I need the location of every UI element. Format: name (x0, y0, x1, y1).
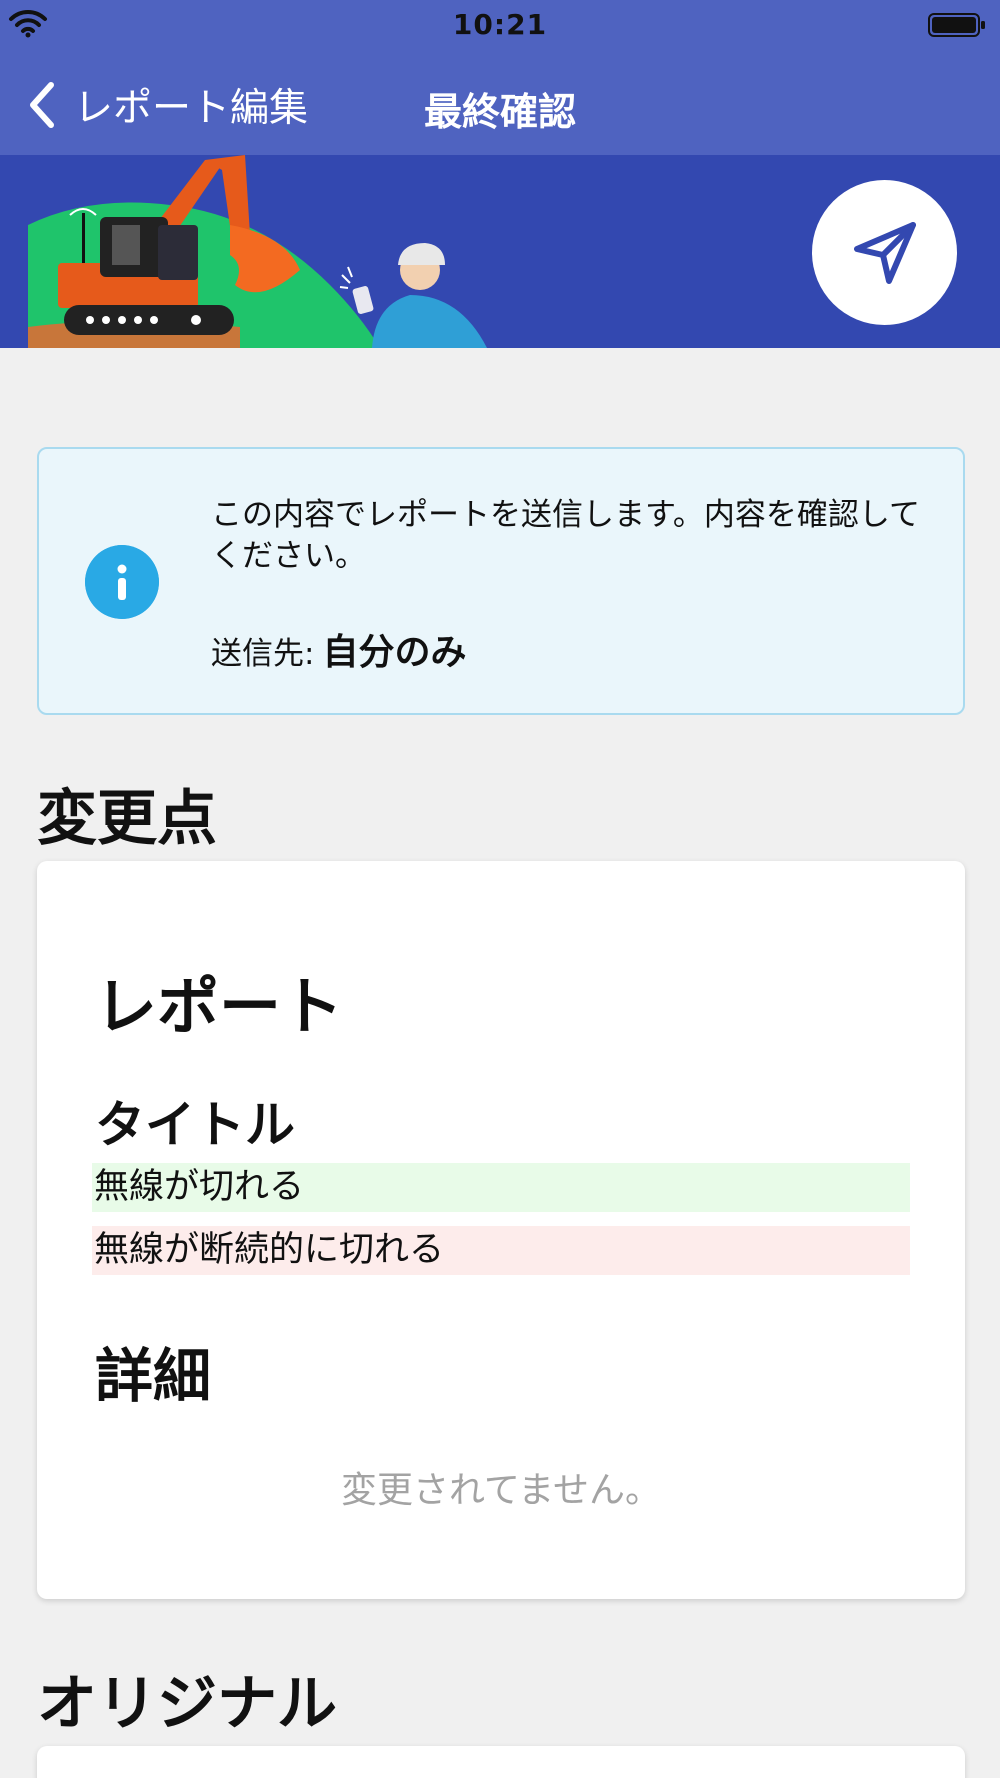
detail-unchanged-text: 変更されてません。 (340, 1470, 662, 1511)
battery-icon (928, 13, 985, 37)
title-field-label: タイトル (95, 1096, 295, 1154)
banner (0, 155, 1000, 348)
send-icon (853, 221, 916, 284)
detail-field-label: 詳細 (95, 1342, 212, 1410)
info-box: この内容でレポートを送信します。内容を確認してください。 送信先: 自分のみ (37, 447, 965, 715)
destination: 送信先: 自分のみ (211, 623, 466, 675)
info-message: この内容でレポートを送信します。内容を確認してください。 (211, 497, 920, 574)
title-diff-added: 無線が切れる (92, 1163, 910, 1212)
title-diff-removed: 無線が断続的に切れる (92, 1226, 910, 1275)
destination-label: 送信先: (211, 636, 315, 672)
changes-heading: 変更点 (37, 784, 217, 854)
changes-card-title: レポート (95, 970, 344, 1043)
changes-card: レポート タイトル 無線が切れる 無線が断続的に切れる 詳細 変更されてません。 (37, 861, 965, 1599)
excavator-worker-illustration (28, 155, 487, 348)
status-bar: 10:21 (0, 0, 1000, 50)
destination-value: 自分のみ (322, 632, 467, 673)
status-time: 10:21 (452, 8, 548, 41)
original-card (37, 1746, 965, 1778)
header: 10:21 レポート編集 最終確認 (0, 0, 1000, 155)
page-title: 最終確認 (423, 90, 576, 134)
nav-bar: レポート編集 最終確認 (0, 55, 1000, 155)
info-icon (85, 545, 159, 619)
send-button[interactable] (812, 180, 957, 325)
original-heading: オリジナル (37, 1669, 337, 1739)
